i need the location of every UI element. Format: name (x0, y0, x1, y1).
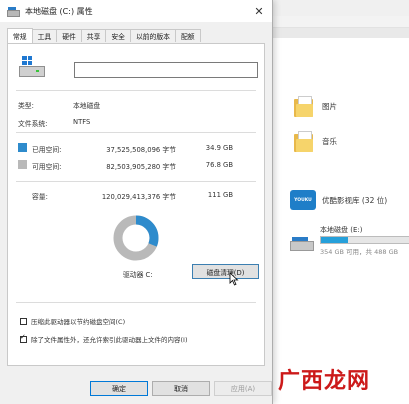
dialog-button-bar: 确定 取消 应用(A) (0, 366, 272, 404)
tab-general[interactable]: 常规 (7, 28, 33, 43)
disk-cleanup-button[interactable]: 磁盘清理(D) (192, 264, 259, 279)
youku-icon: YOUKU (290, 190, 316, 210)
close-button[interactable]: ✕ (250, 2, 268, 20)
explorer-item-music[interactable]: 音乐 (294, 129, 337, 153)
filesystem-value: NTFS (73, 118, 91, 126)
divider (16, 302, 256, 303)
used-space-size: 34.9 GB (205, 144, 233, 152)
close-icon: ✕ (254, 4, 264, 18)
compress-label: 压缩此驱动器以节约磁盘空间(C) (31, 318, 126, 326)
drive-icon (7, 6, 20, 17)
apply-button[interactable]: 应用(A) (214, 381, 272, 396)
divider (16, 181, 256, 182)
index-drive-option[interactable]: 除了文件属性外，还允许索引此驱动器上文件的内容(I) (20, 333, 188, 344)
tab-tools[interactable]: 工具 (31, 29, 58, 42)
used-space-swatch (18, 143, 27, 152)
cancel-button[interactable]: 取消 (152, 381, 210, 396)
pictures-folder-icon (294, 94, 314, 118)
type-value: 本地磁盘 (73, 102, 101, 110)
tab-strip: 常规 工具 硬件 共享 安全 以前的版本 配额 (7, 28, 201, 43)
divider (16, 132, 256, 133)
capacity-bytes: 120,029,413,376 字节 (101, 193, 176, 201)
explorer-item-label: 图片 (322, 101, 337, 111)
tab-security[interactable]: 安全 (105, 29, 131, 42)
hard-drive-icon (290, 237, 314, 251)
drive-name-input[interactable] (74, 62, 258, 78)
drive-name: 本地磁盘 (E:) (320, 226, 363, 234)
drive-properties-dialog: 本地磁盘 (C:) 属性 ✕ 常规 工具 硬件 共享 安全 以前的版本 配额 类… (0, 0, 273, 404)
disk-usage-donut (113, 215, 159, 261)
capacity-size: 111 GB (207, 191, 233, 199)
used-space-label: 已用空间: (32, 146, 62, 154)
watermark-text: 广西龙网 (278, 369, 371, 394)
drive-large-icon (19, 56, 45, 78)
tab-hardware[interactable]: 硬件 (56, 29, 82, 42)
drive-free-space: 354 GB 可用，共 488 GB (320, 248, 399, 256)
window-title: 本地磁盘 (C:) 属性 (25, 6, 93, 16)
free-space-size: 76.8 GB (205, 161, 233, 169)
divider (16, 90, 256, 91)
mouse-cursor-icon (229, 272, 239, 286)
explorer-title-strip (270, 0, 409, 16)
drive-usage-bar (320, 236, 409, 244)
music-folder-icon (294, 129, 314, 153)
free-space-label: 可用空间: (32, 163, 62, 171)
title-bar[interactable]: 本地磁盘 (C:) 属性 ✕ (0, 0, 272, 22)
tab-sharing[interactable]: 共享 (80, 29, 107, 42)
explorer-item-pictures[interactable]: 图片 (294, 94, 337, 118)
drive-letter-label: 驱动器 C: (123, 271, 153, 279)
explorer-content-pane (270, 38, 409, 404)
filesystem-label: 文件系统: (18, 120, 48, 128)
explorer-item-label: 优酷影视库 (32 位) (322, 195, 388, 205)
general-tab-panel: 类型: 本地磁盘 文件系统: NTFS 已用空间: 37,525,508,096… (7, 43, 265, 366)
index-label: 除了文件属性外，还允许索引此驱动器上文件的内容(I) (31, 336, 188, 344)
explorer-item-label: 音乐 (322, 136, 337, 146)
compress-drive-option[interactable]: 压缩此驱动器以节约磁盘空间(C) (20, 316, 125, 326)
compress-checkbox[interactable] (20, 317, 27, 325)
explorer-item-youku[interactable]: YOUKU 优酷影视库 (32 位) (290, 190, 387, 210)
capacity-label: 容量: (32, 193, 48, 201)
tab-quota[interactable]: 配额 (174, 29, 201, 42)
type-label: 类型: (18, 102, 34, 110)
ok-button[interactable]: 确定 (90, 381, 148, 396)
tab-previous-versions[interactable]: 以前的版本 (129, 29, 176, 42)
index-checkbox[interactable] (20, 333, 27, 343)
free-space-bytes: 82,503,905,280 字节 (106, 163, 176, 171)
used-space-bytes: 37,525,508,096 字节 (106, 146, 176, 154)
free-space-swatch (18, 160, 27, 169)
